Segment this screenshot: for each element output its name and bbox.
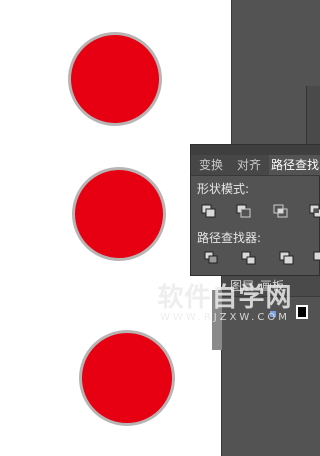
intersect-icon[interactable]: [273, 204, 289, 218]
layers-panel-tabbar: 图层 画板: [222, 276, 320, 297]
shape-modes-label: 形状模式:: [197, 182, 250, 196]
divide-icon[interactable]: [204, 251, 220, 265]
unite-icon[interactable]: [201, 204, 217, 218]
red-circle-middle[interactable]: [72, 167, 166, 261]
dock-divider: [231, 0, 232, 144]
tab-layers[interactable]: 图层: [230, 278, 254, 294]
tab-artboards[interactable]: 画板: [260, 278, 284, 294]
trim-icon[interactable]: [241, 251, 257, 265]
lower-dock: [222, 276, 320, 456]
red-circle-top[interactable]: [68, 32, 162, 126]
tab-align[interactable]: 对齐: [231, 155, 267, 175]
crop-icon[interactable]: [313, 251, 320, 265]
color-swatch[interactable]: [296, 305, 308, 319]
left-gray-edge: [212, 290, 222, 350]
red-circle-bottom[interactable]: [79, 330, 175, 426]
tab-transform[interactable]: 变换: [193, 155, 229, 175]
pathfinders-label: 路径查找器:: [197, 231, 262, 245]
minus-front-icon[interactable]: [236, 204, 252, 218]
exclude-icon[interactable]: [309, 204, 320, 218]
pathfinder-panel: 变换 对齐 路径查找 形状模式: 路径查找器:: [190, 144, 320, 276]
panel-tabbar: 变换 对齐 路径查找: [191, 155, 320, 176]
collapsed-panel-stub[interactable]: [306, 86, 320, 144]
panel-header-bar[interactable]: [191, 145, 320, 155]
merge-icon[interactable]: [279, 251, 295, 265]
tab-pathfinder[interactable]: 路径查找: [269, 155, 320, 175]
selection-indicator-icon: [270, 311, 276, 317]
